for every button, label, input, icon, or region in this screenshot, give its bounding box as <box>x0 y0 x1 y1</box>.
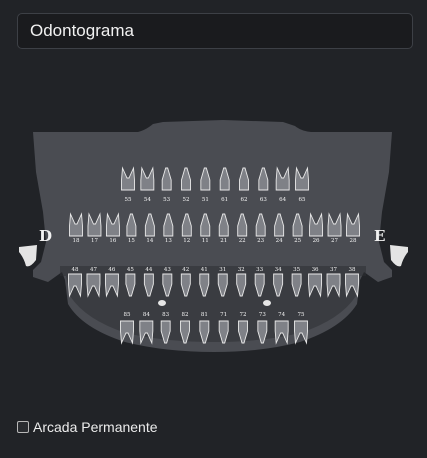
lower-permanent-tooth-number: 42 <box>182 267 189 273</box>
upper-permanent-tooth-number: 16 <box>109 238 116 244</box>
upper-primary-tooth-number: 51 <box>202 197 209 203</box>
upper-permanent-tooth-number: 23 <box>257 238 264 244</box>
lower-permanent-tooth-number: 37 <box>330 267 337 273</box>
lower-permanent-tooth-number: 33 <box>256 267 263 273</box>
right-condyle <box>390 245 408 267</box>
lower-primary-tooth-number: 71 <box>220 312 227 318</box>
lower-permanent-tooth-number: 46 <box>108 267 115 273</box>
upper-permanent-tooth-number: 12 <box>183 238 190 244</box>
upper-permanent-tooth-number: 18 <box>73 238 80 244</box>
lower-primary-tooth-number: 72 <box>240 312 247 318</box>
lower-permanent-tooth-number: 35 <box>293 267 300 273</box>
upper-permanent-tooth-number: 25 <box>294 238 301 244</box>
upper-permanent-tooth-number: 17 <box>91 238 98 244</box>
lower-primary-tooth-number: 73 <box>259 312 266 318</box>
upper-primary-tooth-number: 54 <box>144 197 151 203</box>
lower-permanent-tooth-number: 41 <box>201 267 208 273</box>
lower-permanent-tooth-number: 31 <box>219 267 226 273</box>
side-label-left: E <box>374 227 385 245</box>
upper-permanent-tooth-number: 13 <box>165 238 172 244</box>
upper-primary-tooth-number: 62 <box>241 197 248 203</box>
permanent-arch-checkbox[interactable] <box>17 421 29 433</box>
permanent-arch-option[interactable]: Arcada Permanente <box>17 418 158 436</box>
lower-primary-tooth-number: 74 <box>278 312 285 318</box>
upper-permanent-tooth-number: 24 <box>276 238 283 244</box>
left-foramen <box>158 300 166 306</box>
upper-primary-tooth-number: 64 <box>279 197 286 203</box>
upper-primary-tooth-number: 55 <box>125 197 132 203</box>
permanent-arch-label: Arcada Permanente <box>33 419 158 435</box>
lower-permanent-tooth-number: 44 <box>145 267 152 273</box>
upper-primary-tooth-number: 52 <box>183 197 190 203</box>
lower-primary-tooth-number: 84 <box>143 312 150 318</box>
upper-primary-tooth-number: 63 <box>260 197 267 203</box>
left-condyle <box>19 245 37 267</box>
lower-primary-tooth-number: 83 <box>162 312 169 318</box>
upper-permanent-tooth-number: 11 <box>202 238 209 244</box>
upper-permanent-tooth-number: 21 <box>220 238 227 244</box>
lower-permanent-tooth-number: 48 <box>72 267 79 273</box>
upper-primary-tooth-number: 65 <box>299 197 306 203</box>
upper-permanent-tooth-number: 15 <box>128 238 135 244</box>
upper-permanent-tooth-number: 27 <box>331 238 338 244</box>
lower-permanent-tooth-number: 34 <box>275 267 282 273</box>
upper-permanent-tooth-number: 22 <box>239 238 246 244</box>
odontogram-chart: 55 54 53 52 51 61 62 63 64 65 18 17 16 15 14 13 12 11 21 2… <box>19 120 408 352</box>
odontogram-title-field[interactable]: Odontograma <box>17 13 413 49</box>
upper-permanent-tooth-number: 14 <box>146 238 153 244</box>
lower-permanent-tooth-number: 36 <box>312 267 319 273</box>
upper-permanent-tooth-number: 26 <box>313 238 320 244</box>
upper-primary-tooth-number: 53 <box>163 197 170 203</box>
upper-permanent-tooth-number: 28 <box>350 238 357 244</box>
lower-primary-tooth-number: 85 <box>124 312 131 318</box>
odontogram-title: Odontograma <box>30 21 134 40</box>
lower-permanent-tooth-number: 45 <box>127 267 134 273</box>
upper-primary-tooth-number: 61 <box>221 197 228 203</box>
side-label-right: D <box>39 227 52 245</box>
lower-permanent-tooth-number: 43 <box>164 267 171 273</box>
lower-permanent-tooth-number: 32 <box>238 267 245 273</box>
lower-primary-tooth-number: 81 <box>201 312 208 318</box>
lower-primary-tooth-number: 82 <box>182 312 189 318</box>
lower-permanent-tooth-number: 47 <box>90 267 97 273</box>
right-foramen <box>263 300 271 306</box>
lower-primary-tooth-number: 75 <box>298 312 305 318</box>
lower-permanent-tooth-number: 38 <box>349 267 356 273</box>
